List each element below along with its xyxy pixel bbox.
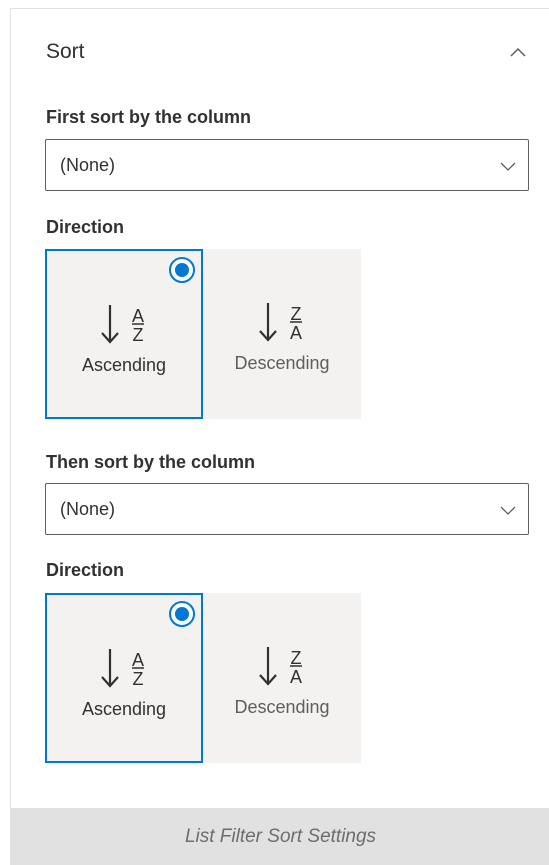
chevron-down-icon xyxy=(500,499,516,520)
sort-title: Sort xyxy=(46,40,85,63)
sort-ascending-icon: A Z xyxy=(47,303,201,347)
first-sort-selected-value: (None) xyxy=(60,154,116,175)
descending-label: Descending xyxy=(234,353,330,373)
letter-bottom: Z xyxy=(133,325,144,345)
letter-top: Z xyxy=(291,648,302,668)
radio-selected-icon xyxy=(169,257,195,283)
letter-bottom: A xyxy=(290,667,302,687)
ascending-label: Ascending xyxy=(81,699,167,719)
first-sort-column-dropdown[interactable]: (None) xyxy=(45,139,529,191)
second-direction-descending-option[interactable]: Z A Descending xyxy=(203,593,361,763)
chevron-down-icon xyxy=(500,155,516,176)
chevron-up-icon[interactable] xyxy=(504,38,532,66)
second-direction-ascending-option[interactable]: A Z Ascending xyxy=(45,593,203,763)
sort-section-header[interactable]: Sort xyxy=(46,37,532,67)
sort-panel: Sort First sort by the column (None) Dir… xyxy=(11,9,549,808)
first-direction-ascending-option[interactable]: A Z Ascending xyxy=(45,249,203,419)
letter-bottom: A xyxy=(290,323,302,343)
sort-ascending-icon: A Z xyxy=(47,647,201,691)
first-direction-label: Direction xyxy=(46,217,125,237)
first-sort-label: First sort by the column xyxy=(46,107,252,127)
letter-bottom: Z xyxy=(133,669,144,689)
descending-label: Descending xyxy=(234,697,330,717)
first-direction-descending-option[interactable]: Z A Descending xyxy=(203,249,361,419)
letter-top: A xyxy=(132,650,144,670)
second-sort-label: Then sort by the column xyxy=(46,452,256,472)
letter-top: Z xyxy=(291,304,302,324)
sort-descending-icon: Z A xyxy=(203,301,361,345)
sort-settings-frame: Sort First sort by the column (None) Dir… xyxy=(10,8,549,865)
second-sort-selected-value: (None) xyxy=(60,498,116,519)
ascending-label: Ascending xyxy=(81,355,167,375)
second-sort-column-dropdown[interactable]: (None) xyxy=(45,483,529,535)
letter-top: A xyxy=(132,306,144,326)
sort-descending-icon: Z A xyxy=(203,645,361,689)
radio-selected-icon xyxy=(169,601,195,627)
second-direction-label: Direction xyxy=(46,560,125,580)
figure-caption: List Filter Sort Settings xyxy=(11,808,549,865)
